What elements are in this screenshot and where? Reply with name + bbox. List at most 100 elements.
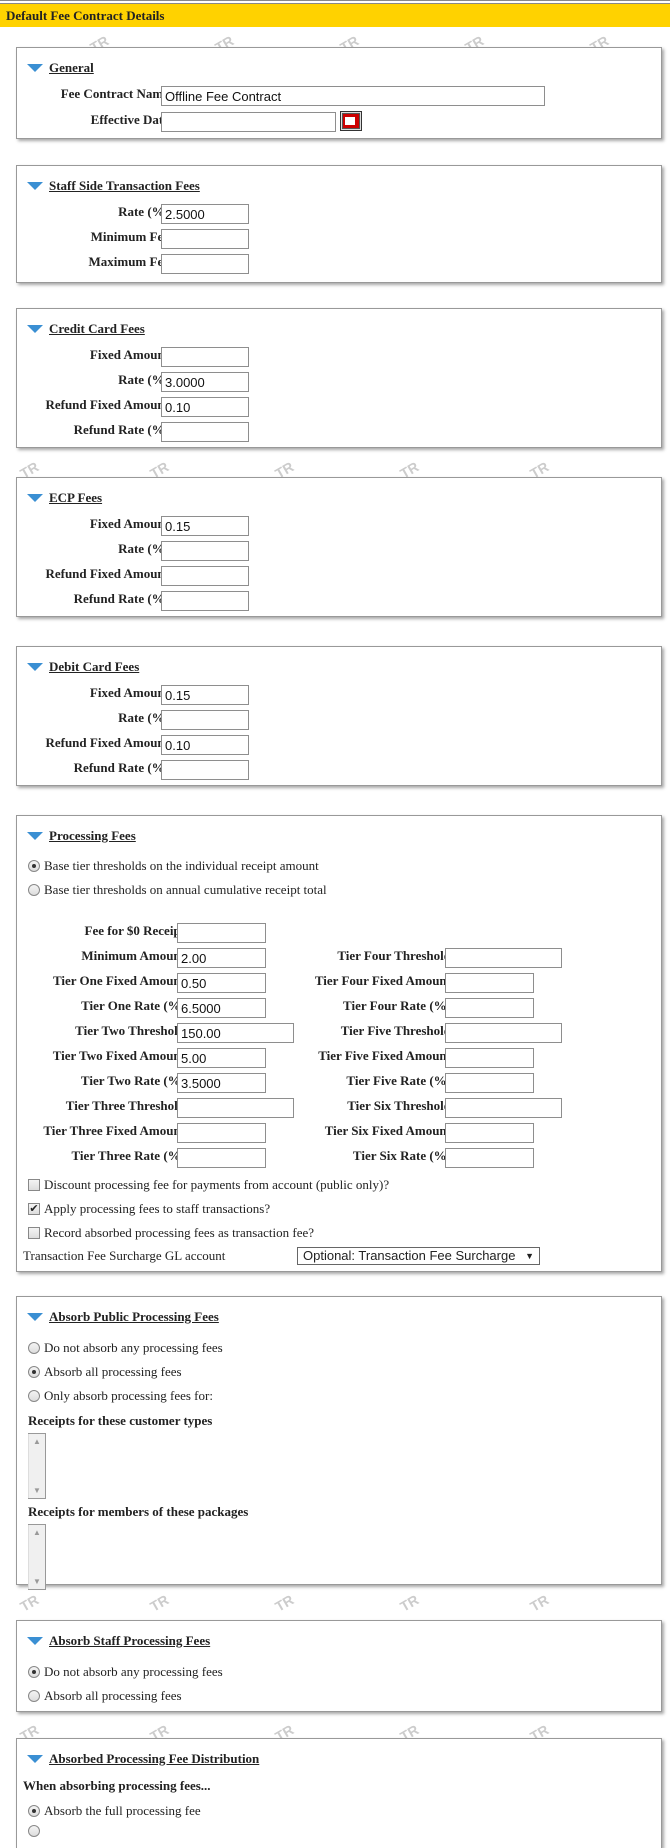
t2-fixed-input[interactable]: 5.00 [177, 1048, 266, 1068]
absorb-public-only-option[interactable]: Only absorb processing fees for: [28, 1388, 213, 1404]
processing-section-toggle[interactable]: Processing Fees [27, 828, 136, 844]
absorb-full-option[interactable]: Absorb the full processing fee [28, 1803, 201, 1819]
t5-rate-input[interactable] [445, 1073, 534, 1093]
radio-selected[interactable] [28, 1805, 40, 1817]
staff-side-section-title[interactable]: Staff Side Transaction Fees [49, 178, 200, 194]
t4-fixed-input[interactable] [445, 973, 534, 993]
cc-fixed-input[interactable] [161, 347, 249, 367]
scroll-down-icon[interactable]: ▼ [33, 1577, 41, 1586]
tier-individual-option[interactable]: Base tier thresholds on the individual r… [28, 858, 319, 874]
general-section-title[interactable]: General [49, 60, 94, 76]
radio-unselected[interactable] [28, 1390, 40, 1402]
min-amount-input[interactable]: 2.00 [177, 948, 266, 968]
triangle-down-icon[interactable] [27, 494, 43, 502]
credit-card-section-toggle[interactable]: Credit Card Fees [27, 321, 145, 337]
cc-refund-fixed-input[interactable]: 0.10 [161, 397, 249, 417]
t2-rate-input[interactable]: 3.5000 [177, 1073, 266, 1093]
absorb-public-all-option[interactable]: Absorb all processing fees [28, 1364, 182, 1380]
dc-fixed-input[interactable]: 0.15 [161, 685, 249, 705]
radio-selected[interactable] [28, 1666, 40, 1678]
absorb-staff-section-toggle[interactable]: Absorb Staff Processing Fees [27, 1633, 210, 1649]
checkbox-unchecked[interactable] [28, 1179, 40, 1191]
radio-unselected[interactable] [28, 1342, 40, 1354]
debit-card-section-title[interactable]: Debit Card Fees [49, 659, 139, 675]
t5-fixed-input[interactable] [445, 1048, 534, 1068]
absorb-public-none-option[interactable]: Do not absorb any processing fees [28, 1340, 223, 1356]
packages-listbox[interactable]: ▲ ▼ [28, 1524, 46, 1590]
chevron-down-icon[interactable]: ▼ [525, 1248, 534, 1264]
triangle-down-icon[interactable] [27, 1637, 43, 1645]
checkbox-checked[interactable]: ✔ [28, 1203, 40, 1215]
cc-rate-input[interactable]: 3.0000 [161, 372, 249, 392]
ecp-refund-fixed-input[interactable] [161, 566, 249, 586]
gl-account-select[interactable]: Optional: Transaction Fee Surcharge ▼ [297, 1247, 540, 1265]
record-absorbed-checkbox-row[interactable]: Record absorbed processing fees as trans… [28, 1225, 314, 1241]
general-section-toggle[interactable]: General [27, 60, 94, 76]
ecp-section-title[interactable]: ECP Fees [49, 490, 102, 506]
dc-rate-input[interactable] [161, 710, 249, 730]
dc-refund-rate-input[interactable] [161, 760, 249, 780]
t5-threshold-input[interactable] [445, 1023, 562, 1043]
staff-rate-input[interactable]: 2.5000 [161, 204, 249, 224]
radio-unselected[interactable] [28, 1825, 40, 1837]
scroll-up-icon[interactable]: ▲ [33, 1528, 41, 1537]
triangle-down-icon[interactable] [27, 1755, 43, 1763]
scrollbar[interactable]: ▲ ▼ [28, 1434, 45, 1498]
absorb-public-section-toggle[interactable]: Absorb Public Processing Fees [27, 1309, 219, 1325]
t1-fixed-input[interactable]: 0.50 [177, 973, 266, 993]
scroll-up-icon[interactable]: ▲ [33, 1437, 41, 1446]
processing-section-title[interactable]: Processing Fees [49, 828, 136, 844]
triangle-down-icon[interactable] [27, 182, 43, 190]
t4-rate-input[interactable] [445, 998, 534, 1018]
t3-threshold-input[interactable] [177, 1098, 294, 1118]
customer-types-listbox[interactable]: ▲ ▼ [28, 1433, 46, 1499]
t2-threshold-input[interactable]: 150.00 [177, 1023, 294, 1043]
min-amount-label: Minimum Amount [81, 948, 185, 963]
t6-rate-input[interactable] [445, 1148, 534, 1168]
ecp-fixed-input[interactable]: 0.15 [161, 516, 249, 536]
tier-cumulative-option[interactable]: Base tier thresholds on annual cumulativ… [28, 882, 327, 898]
absorb-staff-none-option[interactable]: Do not absorb any processing fees [28, 1664, 223, 1680]
radio-selected[interactable] [28, 1366, 40, 1378]
distribution-section-toggle[interactable]: Absorbed Processing Fee Distribution [27, 1751, 259, 1767]
t1-rate-input[interactable]: 6.5000 [177, 998, 266, 1018]
staff-side-section-toggle[interactable]: Staff Side Transaction Fees [27, 178, 200, 194]
distribution-section-title[interactable]: Absorbed Processing Fee Distribution [49, 1751, 259, 1767]
t3-rate-input[interactable] [177, 1148, 266, 1168]
triangle-down-icon[interactable] [27, 325, 43, 333]
triangle-down-icon[interactable] [27, 663, 43, 671]
staff-max-fee-input[interactable] [161, 254, 249, 274]
effective-date-input[interactable] [161, 112, 336, 132]
absorb-public-section-title[interactable]: Absorb Public Processing Fees [49, 1309, 219, 1325]
dc-refund-fixed-input[interactable]: 0.10 [161, 735, 249, 755]
fee-zero-input[interactable] [177, 923, 266, 943]
cc-refund-rate-input[interactable] [161, 422, 249, 442]
discount-checkbox-row[interactable]: Discount processing fee for payments fro… [28, 1177, 389, 1193]
scrollbar[interactable]: ▲ ▼ [28, 1525, 45, 1589]
fee-contract-name-input[interactable]: Offline Fee Contract [161, 86, 545, 106]
triangle-down-icon[interactable] [27, 1313, 43, 1321]
scroll-down-icon[interactable]: ▼ [33, 1486, 41, 1495]
t6-fixed-input[interactable] [445, 1123, 534, 1143]
credit-card-section-title[interactable]: Credit Card Fees [49, 321, 145, 337]
radio-selected[interactable] [28, 860, 40, 872]
next-distribution-option[interactable] [28, 1825, 44, 1837]
radio-unselected[interactable] [28, 884, 40, 896]
dc-refund-fixed-label: Refund Fixed Amount [45, 735, 169, 750]
ecp-section-toggle[interactable]: ECP Fees [27, 490, 102, 506]
triangle-down-icon[interactable] [27, 64, 43, 72]
ecp-refund-rate-input[interactable] [161, 591, 249, 611]
checkbox-unchecked[interactable] [28, 1227, 40, 1239]
triangle-down-icon[interactable] [27, 832, 43, 840]
t6-threshold-input[interactable] [445, 1098, 562, 1118]
staff-min-fee-input[interactable] [161, 229, 249, 249]
debit-card-section-toggle[interactable]: Debit Card Fees [27, 659, 139, 675]
absorb-staff-all-option[interactable]: Absorb all processing fees [28, 1688, 182, 1704]
ecp-rate-input[interactable] [161, 541, 249, 561]
radio-unselected[interactable] [28, 1690, 40, 1702]
calendar-icon[interactable] [340, 111, 362, 131]
absorb-staff-section-title[interactable]: Absorb Staff Processing Fees [49, 1633, 210, 1649]
t4-threshold-input[interactable] [445, 948, 562, 968]
apply-staff-checkbox-row[interactable]: ✔ Apply processing fees to staff transac… [28, 1201, 270, 1217]
t3-fixed-input[interactable] [177, 1123, 266, 1143]
